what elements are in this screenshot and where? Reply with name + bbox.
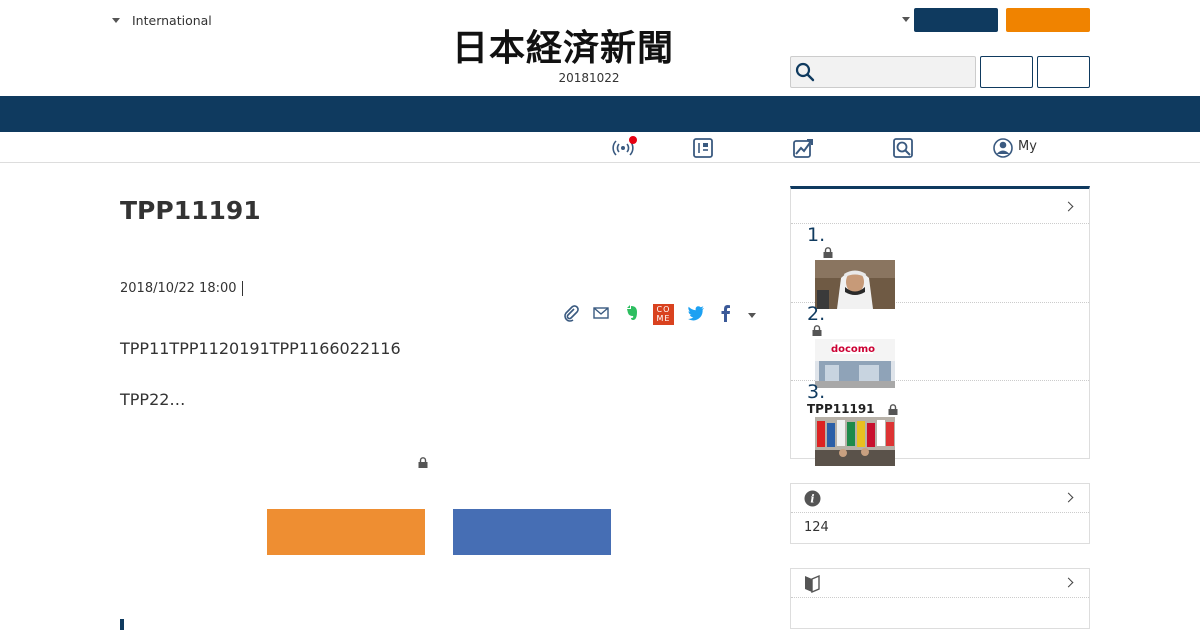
- info-header[interactable]: i: [791, 484, 1089, 513]
- rank-number: 1.: [807, 224, 826, 246]
- header-action-button[interactable]: [1037, 56, 1090, 88]
- notification-dot: [629, 136, 637, 144]
- section-heading-marker: [120, 619, 124, 630]
- article-date: 2018/10/22 18:00: [120, 281, 243, 296]
- user-icon[interactable]: [992, 137, 1014, 159]
- logo[interactable]: 日本経済新聞: [452, 28, 750, 68]
- chevron-right-icon: [1063, 201, 1074, 212]
- info-count: 124: [804, 520, 829, 535]
- subscribe-cta-button[interactable]: [267, 509, 425, 555]
- search-icon: [795, 62, 815, 82]
- article-lead: TPP11TPP1120191TPP1166022116: [120, 339, 401, 358]
- region-label: International: [132, 12, 212, 28]
- login-cta-button[interactable]: [453, 509, 611, 555]
- ranking-header[interactable]: [791, 189, 1089, 224]
- edition-date: 20181022: [558, 71, 620, 85]
- lock-icon: [418, 457, 428, 468]
- ranking-thumbnail[interactable]: docomo: [815, 339, 895, 388]
- svg-text:i: i: [810, 493, 814, 506]
- chevron-right-icon: [1063, 492, 1074, 503]
- main-navbar: [0, 96, 1200, 132]
- article-excerpt: TPP22…: [120, 390, 186, 409]
- info-icon: i: [804, 490, 821, 507]
- search-input[interactable]: [790, 56, 976, 88]
- twitter-icon[interactable]: [686, 303, 706, 323]
- chevron-down-icon[interactable]: [902, 17, 910, 22]
- rank-number: 3.: [807, 381, 826, 403]
- lock-icon: [888, 404, 898, 415]
- chart-icon[interactable]: [792, 137, 814, 159]
- search-icon[interactable]: [892, 137, 914, 159]
- svg-text:docomo: docomo: [831, 344, 875, 355]
- chevron-right-icon: [1063, 577, 1074, 588]
- lock-icon: [823, 247, 833, 258]
- rank-number: 2.: [807, 303, 826, 325]
- ranking-item-title[interactable]: TPP11191: [807, 402, 875, 416]
- login-button[interactable]: [914, 8, 998, 32]
- chevron-down-icon: [112, 17, 120, 23]
- region-selector[interactable]: International: [112, 11, 212, 29]
- ranking-thumbnail[interactable]: [815, 260, 895, 309]
- share-more-chevron-icon[interactable]: [748, 313, 756, 318]
- newspaper-icon[interactable]: [692, 137, 714, 159]
- clip-icon[interactable]: [561, 303, 581, 323]
- comme-icon[interactable]: CO ME: [653, 304, 674, 325]
- my-page-label[interactable]: My: [1018, 139, 1037, 154]
- mail-icon[interactable]: [591, 303, 611, 323]
- guide-header[interactable]: [791, 569, 1089, 598]
- beginner-mark-icon: [805, 574, 820, 593]
- facebook-icon[interactable]: [716, 303, 736, 323]
- ranking-thumbnail[interactable]: [815, 417, 895, 466]
- subscribe-button[interactable]: [1006, 8, 1090, 32]
- article-title: TPP11191: [120, 196, 261, 225]
- header-action-button[interactable]: [980, 56, 1033, 88]
- lock-icon: [812, 325, 822, 336]
- evernote-icon[interactable]: [622, 303, 642, 323]
